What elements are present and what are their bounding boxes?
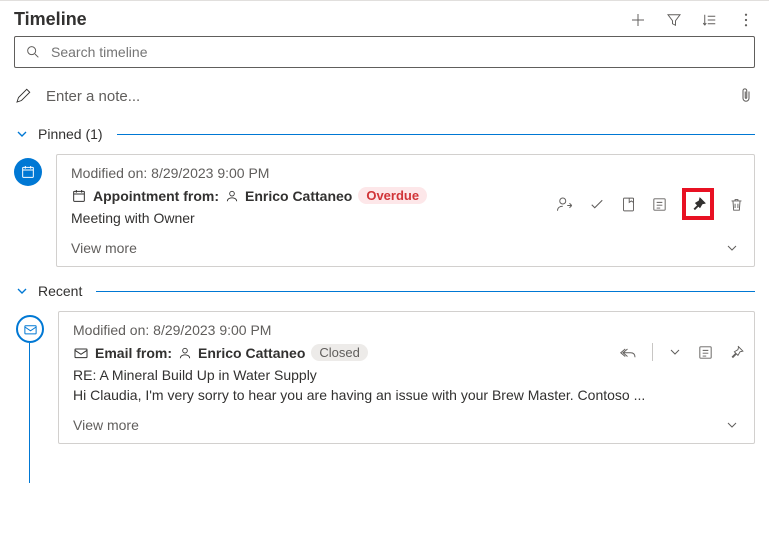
appointment-type-badge <box>14 158 42 186</box>
header-actions <box>629 11 755 29</box>
status-badge-overdue: Overdue <box>358 187 427 204</box>
chevron-down-icon[interactable] <box>724 417 740 433</box>
card-preview: Hi Claudia, I'm very sorry to hear you a… <box>73 387 740 403</box>
search-wrap <box>0 36 769 78</box>
add-icon[interactable] <box>629 11 647 29</box>
person-icon <box>225 189 239 203</box>
section-divider <box>96 291 755 292</box>
section-recent-label: Recent <box>38 283 82 299</box>
filter-icon[interactable] <box>665 11 683 29</box>
search-box[interactable] <box>14 36 755 68</box>
note-icon[interactable] <box>697 344 714 361</box>
page-title: Timeline <box>14 9 87 30</box>
delete-icon[interactable] <box>728 196 745 213</box>
pinned-card-actions <box>556 188 745 220</box>
section-divider <box>117 134 755 135</box>
card-type-label: Appointment from: <box>93 188 219 204</box>
note-input[interactable]: Enter a note... <box>46 88 723 105</box>
recent-item: Modified on: 8/29/2023 9:00 PM Email fro… <box>0 311 769 444</box>
person-icon <box>178 346 192 360</box>
sort-icon[interactable] <box>701 11 719 29</box>
chevron-down-icon[interactable] <box>667 344 683 360</box>
section-pinned-label: Pinned (1) <box>38 126 103 142</box>
search-icon <box>25 44 41 60</box>
card-footer: View more <box>73 417 740 433</box>
pin-icon[interactable] <box>690 196 707 213</box>
pin-icon[interactable] <box>728 344 745 361</box>
recent-card: Modified on: 8/29/2023 9:00 PM Email fro… <box>58 311 755 444</box>
chevron-down-icon[interactable] <box>14 283 30 299</box>
search-input[interactable] <box>49 43 744 61</box>
email-type-badge <box>16 315 44 343</box>
card-meta: Modified on: 8/29/2023 9:00 PM <box>73 322 740 338</box>
reply-icon[interactable] <box>620 343 638 361</box>
check-icon[interactable] <box>588 195 606 213</box>
separator <box>652 343 653 361</box>
chevron-down-icon[interactable] <box>14 126 30 142</box>
card-footer: View more <box>71 240 740 256</box>
pencil-icon <box>14 87 32 105</box>
calendar-icon <box>71 188 87 204</box>
pinned-item: Modified on: 8/29/2023 9:00 PM Appointme… <box>0 154 769 267</box>
card-subject: RE: A Mineral Build Up in Water Supply <box>73 367 740 383</box>
attachment-icon[interactable] <box>737 86 755 106</box>
status-badge-closed: Closed <box>311 344 367 361</box>
more-icon[interactable] <box>737 11 755 29</box>
timeline-header: Timeline <box>0 1 769 36</box>
timeline-connector <box>29 343 30 483</box>
card-type-label: Email from: <box>95 345 172 361</box>
recent-card-actions <box>620 343 745 361</box>
card-meta: Modified on: 8/29/2023 9:00 PM <box>71 165 740 181</box>
view-more-link[interactable]: View more <box>71 240 137 256</box>
card-person[interactable]: Enrico Cattaneo <box>198 345 305 361</box>
email-icon <box>73 345 89 361</box>
chevron-down-icon[interactable] <box>724 240 740 256</box>
note-row: Enter a note... <box>0 78 769 120</box>
card-person[interactable]: Enrico Cattaneo <box>245 188 352 204</box>
section-recent: Recent <box>0 277 769 305</box>
pin-highlight <box>682 188 714 220</box>
view-more-link[interactable]: View more <box>73 417 139 433</box>
note-icon[interactable] <box>651 196 668 213</box>
open-record-icon[interactable] <box>620 196 637 213</box>
section-pinned: Pinned (1) <box>0 120 769 148</box>
assign-icon[interactable] <box>556 195 574 213</box>
